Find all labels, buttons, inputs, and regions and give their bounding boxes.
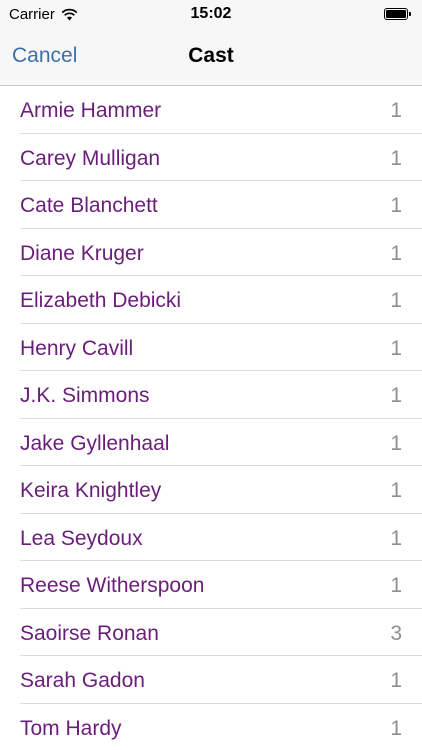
list-item[interactable]: Reese Witherspoon 1 xyxy=(0,561,422,609)
list-item[interactable]: Saoirse Ronan 3 xyxy=(0,609,422,657)
cast-name: Diane Kruger xyxy=(20,241,144,265)
cast-count: 1 xyxy=(390,336,402,360)
cast-name: Armie Hammer xyxy=(20,99,162,122)
cast-name: Reese Witherspoon xyxy=(20,574,205,597)
cast-count: 1 xyxy=(390,194,402,217)
cast-name: Jake Gyllenhaal xyxy=(20,431,170,455)
list-item[interactable]: Tom Hardy 1 xyxy=(0,704,422,750)
battery-body xyxy=(384,8,408,20)
cast-name: Elizabeth Debicki xyxy=(20,289,182,312)
cast-name: J.K. Simmons xyxy=(20,384,150,407)
cast-name: Carey Mulligan xyxy=(20,146,161,170)
status-bar: Carrier 15:02 xyxy=(0,0,422,30)
list-item[interactable]: J.K. Simmons 1 xyxy=(0,371,422,419)
cast-count: 1 xyxy=(390,384,402,407)
list-item[interactable]: Henry Cavill 1 xyxy=(0,324,422,372)
cast-count: 1 xyxy=(390,574,402,597)
list-item[interactable]: Jake Gyllenhaal 1 xyxy=(0,419,422,467)
battery-fill xyxy=(386,10,406,18)
status-time: 15:02 xyxy=(190,5,232,22)
list-item[interactable]: Diane Kruger 1 xyxy=(0,229,422,277)
list-item[interactable]: Carey Mulligan 1 xyxy=(0,134,422,182)
cast-count: 1 xyxy=(390,289,402,312)
cast-name: Saoirse Ronan xyxy=(20,621,159,645)
cast-name: Lea Seydoux xyxy=(20,526,143,550)
list-item[interactable]: Sarah Gadon 1 xyxy=(0,656,422,704)
cast-count: 1 xyxy=(390,669,402,692)
list-item[interactable]: Lea Seydoux 1 xyxy=(0,514,422,562)
cast-count: 1 xyxy=(390,99,402,122)
cast-name: Tom Hardy xyxy=(20,716,122,740)
cast-name: Keira Knightley xyxy=(20,479,162,502)
battery-tip xyxy=(409,12,411,16)
cast-count: 1 xyxy=(390,241,402,265)
cast-name: Cate Blanchett xyxy=(20,194,158,217)
cast-name: Henry Cavill xyxy=(20,336,134,360)
app-screen: Carrier 15:02 Cancel Cast Armie Hammer 1… xyxy=(0,0,422,750)
list-item[interactable]: Cate Blanchett 1 xyxy=(0,181,422,229)
battery-icon xyxy=(384,8,412,20)
cast-count: 1 xyxy=(390,431,402,455)
cast-name: Sarah Gadon xyxy=(20,669,145,692)
page-title: Cast xyxy=(188,44,234,67)
navigation-bar: Cancel Cast xyxy=(0,30,422,86)
cast-list: Armie Hammer 1 Carey Mulligan 1 Cate Bla… xyxy=(0,86,422,750)
cast-count: 1 xyxy=(390,526,402,550)
cast-count: 1 xyxy=(390,479,402,502)
list-item[interactable]: Keira Knightley 1 xyxy=(0,466,422,514)
list-item[interactable]: Armie Hammer 1 xyxy=(0,86,422,134)
cast-count: 3 xyxy=(390,621,402,645)
list-item[interactable]: Elizabeth Debicki 1 xyxy=(0,276,422,324)
cast-count: 1 xyxy=(390,716,402,740)
cast-count: 1 xyxy=(390,146,402,170)
